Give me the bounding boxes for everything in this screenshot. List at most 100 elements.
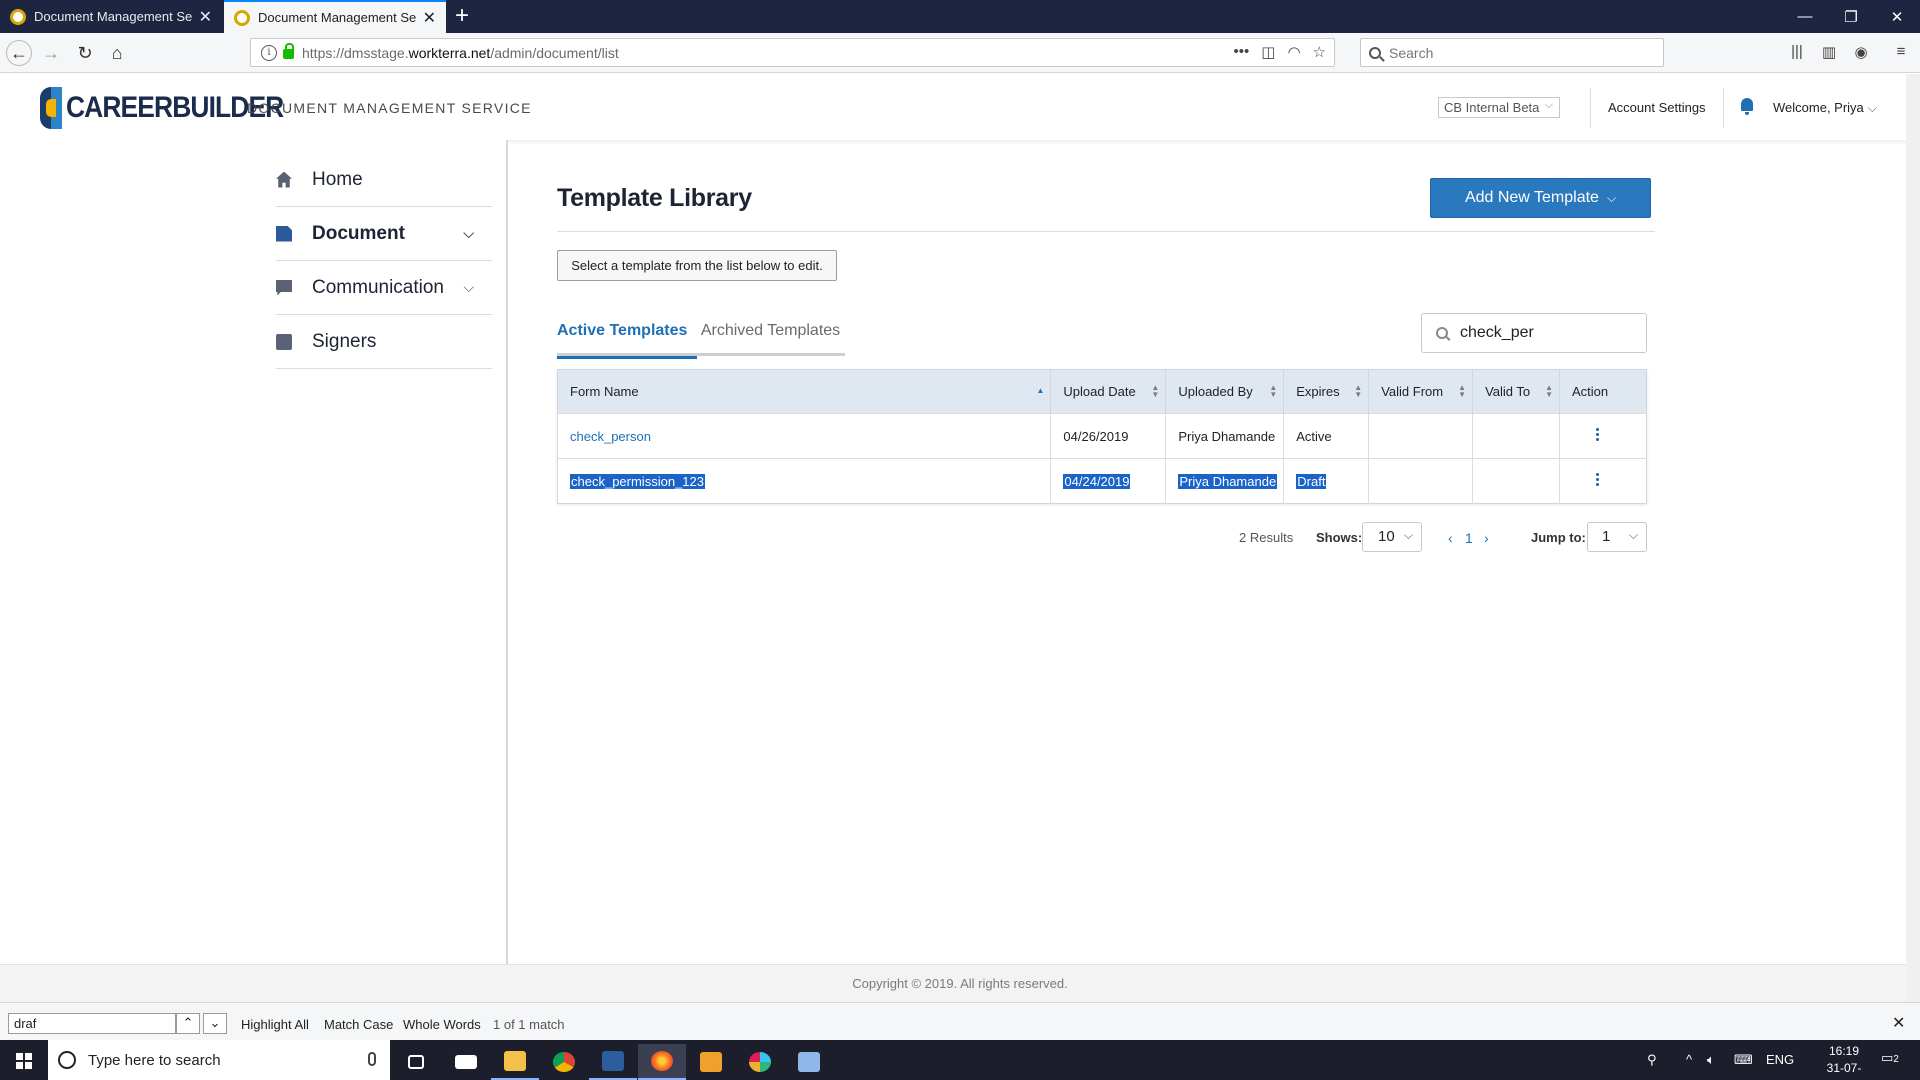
environment-value: CB Internal Beta xyxy=(1444,100,1540,115)
app-header: CAREERBUILDER DOCUMENT MANAGEMENT SERVIC… xyxy=(0,74,1920,140)
page-size-select[interactable]: 10 ⌵ xyxy=(1362,522,1422,552)
column-label: Valid From xyxy=(1381,384,1444,399)
media-player-icon[interactable] xyxy=(687,1044,735,1080)
back-arrow-icon[interactable]: ← xyxy=(6,40,32,66)
minimize-button[interactable]: — xyxy=(1782,0,1828,33)
sidebar-item-home[interactable]: Home xyxy=(276,153,492,207)
selected-text[interactable]: check_permission_123 xyxy=(570,473,705,489)
add-new-template-button[interactable]: Add New Template ⌵ xyxy=(1430,178,1651,218)
user-menu[interactable]: Welcome, Priya ⌵ xyxy=(1773,100,1877,116)
people-icon[interactable]: ⚲ xyxy=(1647,1052,1657,1068)
firefox-icon[interactable] xyxy=(638,1044,686,1080)
notepad-icon[interactable] xyxy=(785,1044,833,1080)
chevron-down-icon[interactable]: ⌵ xyxy=(463,225,474,242)
bell-icon[interactable] xyxy=(1741,98,1753,115)
sort-asc-icon[interactable]: ▲ xyxy=(1036,387,1044,395)
jump-to-select[interactable]: 1 ⌵ xyxy=(1587,522,1647,552)
language-indicator[interactable]: ENG xyxy=(1766,1052,1794,1067)
close-window-button[interactable]: ✕ xyxy=(1874,0,1920,33)
mail-icon[interactable] xyxy=(442,1044,490,1080)
library-icon[interactable]: ||| xyxy=(1786,43,1808,63)
welcome-text: Welcome, Priya xyxy=(1773,100,1864,115)
menu-icon[interactable]: ≡ xyxy=(1890,43,1912,63)
page-scrollbar[interactable] xyxy=(1906,74,1920,1002)
page-footer: Copyright © 2019. All rights reserved. xyxy=(0,964,1920,1002)
sort-icon[interactable]: ▲ ▼ xyxy=(1458,384,1466,399)
home-icon[interactable]: ⌂ xyxy=(104,40,130,66)
column-label: Expires xyxy=(1296,384,1340,399)
microphone-icon[interactable] xyxy=(368,1052,376,1066)
document-icon xyxy=(276,225,292,242)
restore-button[interactable]: ❐ xyxy=(1828,0,1874,33)
current-page[interactable]: 1 xyxy=(1465,530,1473,546)
visual-studio-icon[interactable] xyxy=(589,1044,637,1080)
account-settings-link[interactable]: Account Settings xyxy=(1608,100,1706,115)
column-header-expires[interactable]: Expires ▲ ▼ xyxy=(1283,369,1370,414)
browser-tab-bar: Document Management Servic ✕ Document Ma… xyxy=(0,0,1920,33)
chrome-icon[interactable] xyxy=(540,1044,588,1080)
sidebar-item-document[interactable]: Document ⌵ xyxy=(276,207,492,261)
system-clock[interactable]: 16:19 31-07-2019 xyxy=(1814,1043,1874,1080)
column-header-upload-date[interactable]: Upload Date ▲ ▼ xyxy=(1050,369,1167,414)
logo-mark-icon xyxy=(40,87,62,129)
column-header-valid-from[interactable]: Valid From ▲ ▼ xyxy=(1368,369,1474,414)
bookmark-star-icon[interactable]: ☆ xyxy=(1313,43,1326,61)
whole-words-toggle[interactable]: Whole Words xyxy=(403,1017,481,1032)
new-tab-button[interactable]: + xyxy=(455,3,469,29)
match-case-toggle[interactable]: Match Case xyxy=(324,1017,393,1032)
tab-archived-templates[interactable]: Archived Templates xyxy=(696,322,845,349)
slack-icon[interactable] xyxy=(736,1044,784,1080)
sidebar-item-signers[interactable]: Signers xyxy=(276,315,492,369)
page-actions-icon[interactable]: ••• xyxy=(1234,43,1250,61)
tab-close-icon[interactable]: ✕ xyxy=(199,7,212,27)
column-header-form-name[interactable]: Form Name ▲ xyxy=(557,369,1052,414)
table-row[interactable]: check_permission_123 04/24/2019 Priya Dh… xyxy=(557,458,1647,504)
keyboard-icon[interactable]: ⌨ xyxy=(1734,1052,1753,1068)
form-name-link[interactable]: check_person xyxy=(557,413,1052,459)
environment-select[interactable]: CB Internal Beta ⌵ xyxy=(1438,97,1560,118)
reader-icon[interactable]: ◠ xyxy=(1287,43,1300,61)
next-page-icon[interactable]: › xyxy=(1484,530,1489,546)
sidebar-item-communication[interactable]: Communication ⌵ xyxy=(276,261,492,315)
file-explorer-icon[interactable] xyxy=(491,1044,539,1080)
sort-icon[interactable]: ▲ ▼ xyxy=(1545,384,1553,399)
prev-page-icon[interactable]: ‹ xyxy=(1448,530,1453,546)
table-row[interactable]: check_person 04/26/2019 Priya Dhamande A… xyxy=(557,413,1647,459)
tab-active-templates[interactable]: Active Templates xyxy=(557,322,697,359)
close-icon[interactable]: ✕ xyxy=(1892,1013,1905,1033)
notification-icon[interactable]: ▭2 xyxy=(1881,1050,1899,1066)
column-header-uploaded-by[interactable]: Uploaded By ▲ ▼ xyxy=(1165,369,1285,414)
reload-icon[interactable]: ↻ xyxy=(72,40,98,66)
browser-tab-2[interactable]: Document Management Servic ✕ xyxy=(224,0,446,33)
volume-icon[interactable]: 🔈︎ xyxy=(1707,1052,1715,1068)
tab-close-icon[interactable]: ✕ xyxy=(423,8,436,28)
site-favicon-icon xyxy=(10,8,26,25)
chevron-down-icon[interactable]: ⌵ xyxy=(463,279,474,296)
browser-search-bar[interactable]: Search xyxy=(1360,38,1664,67)
url-bar[interactable]: i https://dmsstage. workterra.net/admin/d… xyxy=(250,38,1335,67)
find-previous-button[interactable]: ⌃ xyxy=(176,1013,200,1034)
task-view-icon[interactable] xyxy=(392,1044,440,1080)
form-name-link[interactable]: check_permission_123 xyxy=(557,458,1052,504)
column-header-valid-to[interactable]: Valid To ▲ ▼ xyxy=(1472,369,1561,414)
taskbar-search-box[interactable]: Type here to search xyxy=(48,1040,390,1080)
find-input[interactable]: draf xyxy=(8,1013,176,1034)
windows-start-icon[interactable] xyxy=(16,1053,32,1069)
find-next-button[interactable]: ⌄ xyxy=(203,1013,227,1034)
more-vertical-icon[interactable] xyxy=(1596,471,1600,488)
chevron-down-icon: ⌵ xyxy=(1606,190,1617,205)
site-info-icon[interactable]: i xyxy=(261,44,277,61)
sort-icon[interactable]: ▲ ▼ xyxy=(1151,384,1159,399)
highlight-all-toggle[interactable]: Highlight All xyxy=(241,1017,309,1032)
browser-tab-1[interactable]: Document Management Servic ✕ xyxy=(0,0,222,33)
pocket-icon[interactable]: ◫ xyxy=(1261,43,1275,61)
account-icon[interactable]: ◉ xyxy=(1850,43,1872,63)
tray-expand-icon[interactable]: ^ xyxy=(1686,1052,1692,1067)
sort-icon[interactable]: ▲ ▼ xyxy=(1269,384,1277,399)
title-divider xyxy=(557,231,1655,232)
sort-icon[interactable]: ▲ ▼ xyxy=(1354,384,1362,399)
more-vertical-icon[interactable] xyxy=(1596,426,1600,443)
template-search-input[interactable]: check_per xyxy=(1421,313,1647,353)
forward-arrow-icon[interactable]: → xyxy=(38,40,64,66)
sidebar-toggle-icon[interactable]: ▥ xyxy=(1818,43,1840,63)
